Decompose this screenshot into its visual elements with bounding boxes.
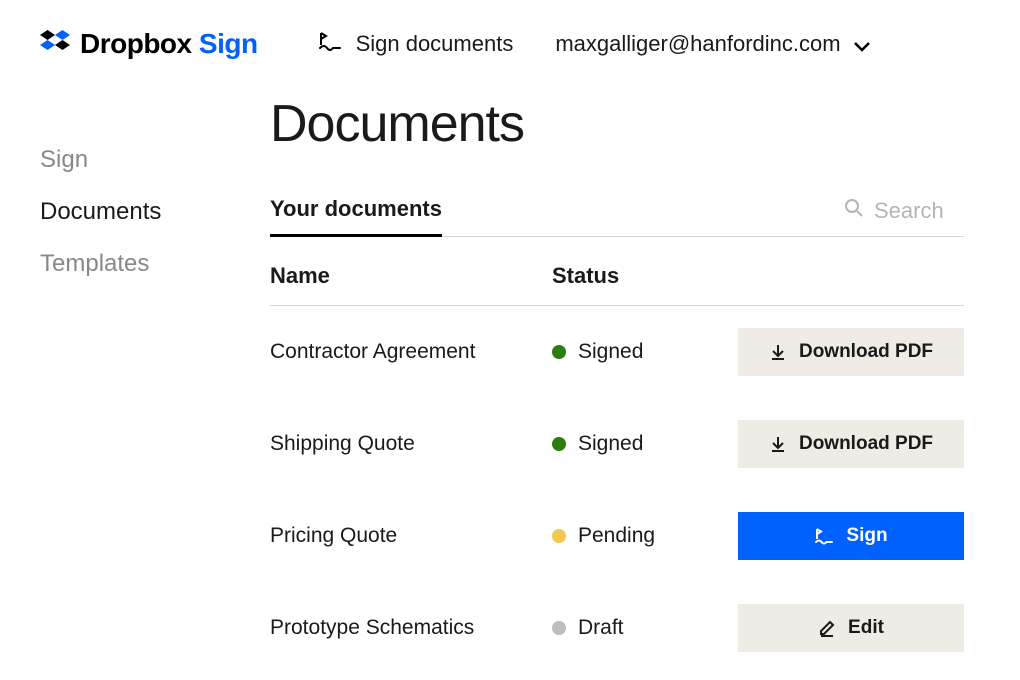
status-dot-icon	[552, 345, 566, 359]
signature-icon	[318, 30, 342, 58]
table-row: Shipping Quote Signed Download PDF	[270, 398, 964, 490]
status-dot-icon	[552, 437, 566, 451]
app-header: Dropbox Sign Sign documents maxgalliger@…	[0, 0, 1020, 80]
tabs-search-row: Your documents	[270, 196, 964, 237]
download-button[interactable]: Download PDF	[738, 420, 964, 468]
action-label: Download PDF	[799, 341, 933, 363]
column-header-name: Name	[270, 263, 552, 289]
action-label: Sign	[846, 525, 887, 547]
sidebar-item-sign[interactable]: Sign	[40, 134, 270, 186]
user-email: maxgalliger@hanfordinc.com	[555, 31, 840, 57]
table-row: Prototype Schematics Draft Edit	[270, 582, 964, 674]
status-label: Signed	[578, 432, 643, 456]
status-dot-icon	[552, 621, 566, 635]
sign-button[interactable]: Sign	[738, 512, 964, 560]
sidebar-item-templates[interactable]: Templates	[40, 238, 270, 290]
document-name[interactable]: Shipping Quote	[270, 432, 552, 456]
document-name[interactable]: Prototype Schematics	[270, 616, 552, 640]
document-status: Pending	[552, 524, 712, 548]
document-status: Signed	[552, 432, 712, 456]
table-row: Pricing Quote Pending Sign	[270, 490, 964, 582]
edit-icon	[818, 619, 836, 637]
status-label: Signed	[578, 340, 643, 364]
main-content: Documents Your documents Name Status Con…	[270, 80, 1020, 674]
dropbox-logo-icon	[40, 30, 70, 58]
chevron-down-icon	[853, 36, 871, 57]
search-icon	[844, 198, 864, 224]
page-title: Documents	[270, 94, 964, 154]
brand-name-1: Dropbox	[80, 28, 192, 59]
sidebar-item-documents[interactable]: Documents	[40, 186, 270, 238]
user-menu[interactable]: maxgalliger@hanfordinc.com	[555, 31, 870, 57]
document-status: Draft	[552, 616, 712, 640]
edit-button[interactable]: Edit	[738, 604, 964, 652]
status-label: Pending	[578, 524, 655, 548]
sidebar-nav: Sign Documents Templates	[40, 80, 270, 674]
status-label: Draft	[578, 616, 624, 640]
action-label: Download PDF	[799, 433, 933, 455]
tab-your-documents[interactable]: Your documents	[270, 196, 442, 237]
sign-icon	[814, 527, 834, 545]
brand-name-2: Sign	[199, 28, 258, 59]
status-dot-icon	[552, 529, 566, 543]
sign-documents-link[interactable]: Sign documents	[318, 30, 514, 58]
search-wrap	[844, 198, 964, 236]
document-list: Contractor AgreementSignedDownload PDFSh…	[270, 306, 964, 674]
table-header-row: Name Status	[270, 237, 964, 306]
brand-logo[interactable]: Dropbox Sign	[40, 28, 258, 60]
action-label: Edit	[848, 617, 884, 639]
download-icon	[769, 343, 787, 361]
header-right: Sign documents maxgalliger@hanfordinc.co…	[318, 30, 871, 58]
document-name[interactable]: Pricing Quote	[270, 524, 552, 548]
document-status: Signed	[552, 340, 712, 364]
download-button[interactable]: Download PDF	[738, 328, 964, 376]
sign-documents-label: Sign documents	[356, 31, 514, 57]
download-icon	[769, 435, 787, 453]
table-row: Contractor Agreement Signed Download PDF	[270, 306, 964, 398]
search-input[interactable]	[874, 198, 964, 224]
column-header-status: Status	[552, 263, 712, 289]
document-name[interactable]: Contractor Agreement	[270, 340, 552, 364]
